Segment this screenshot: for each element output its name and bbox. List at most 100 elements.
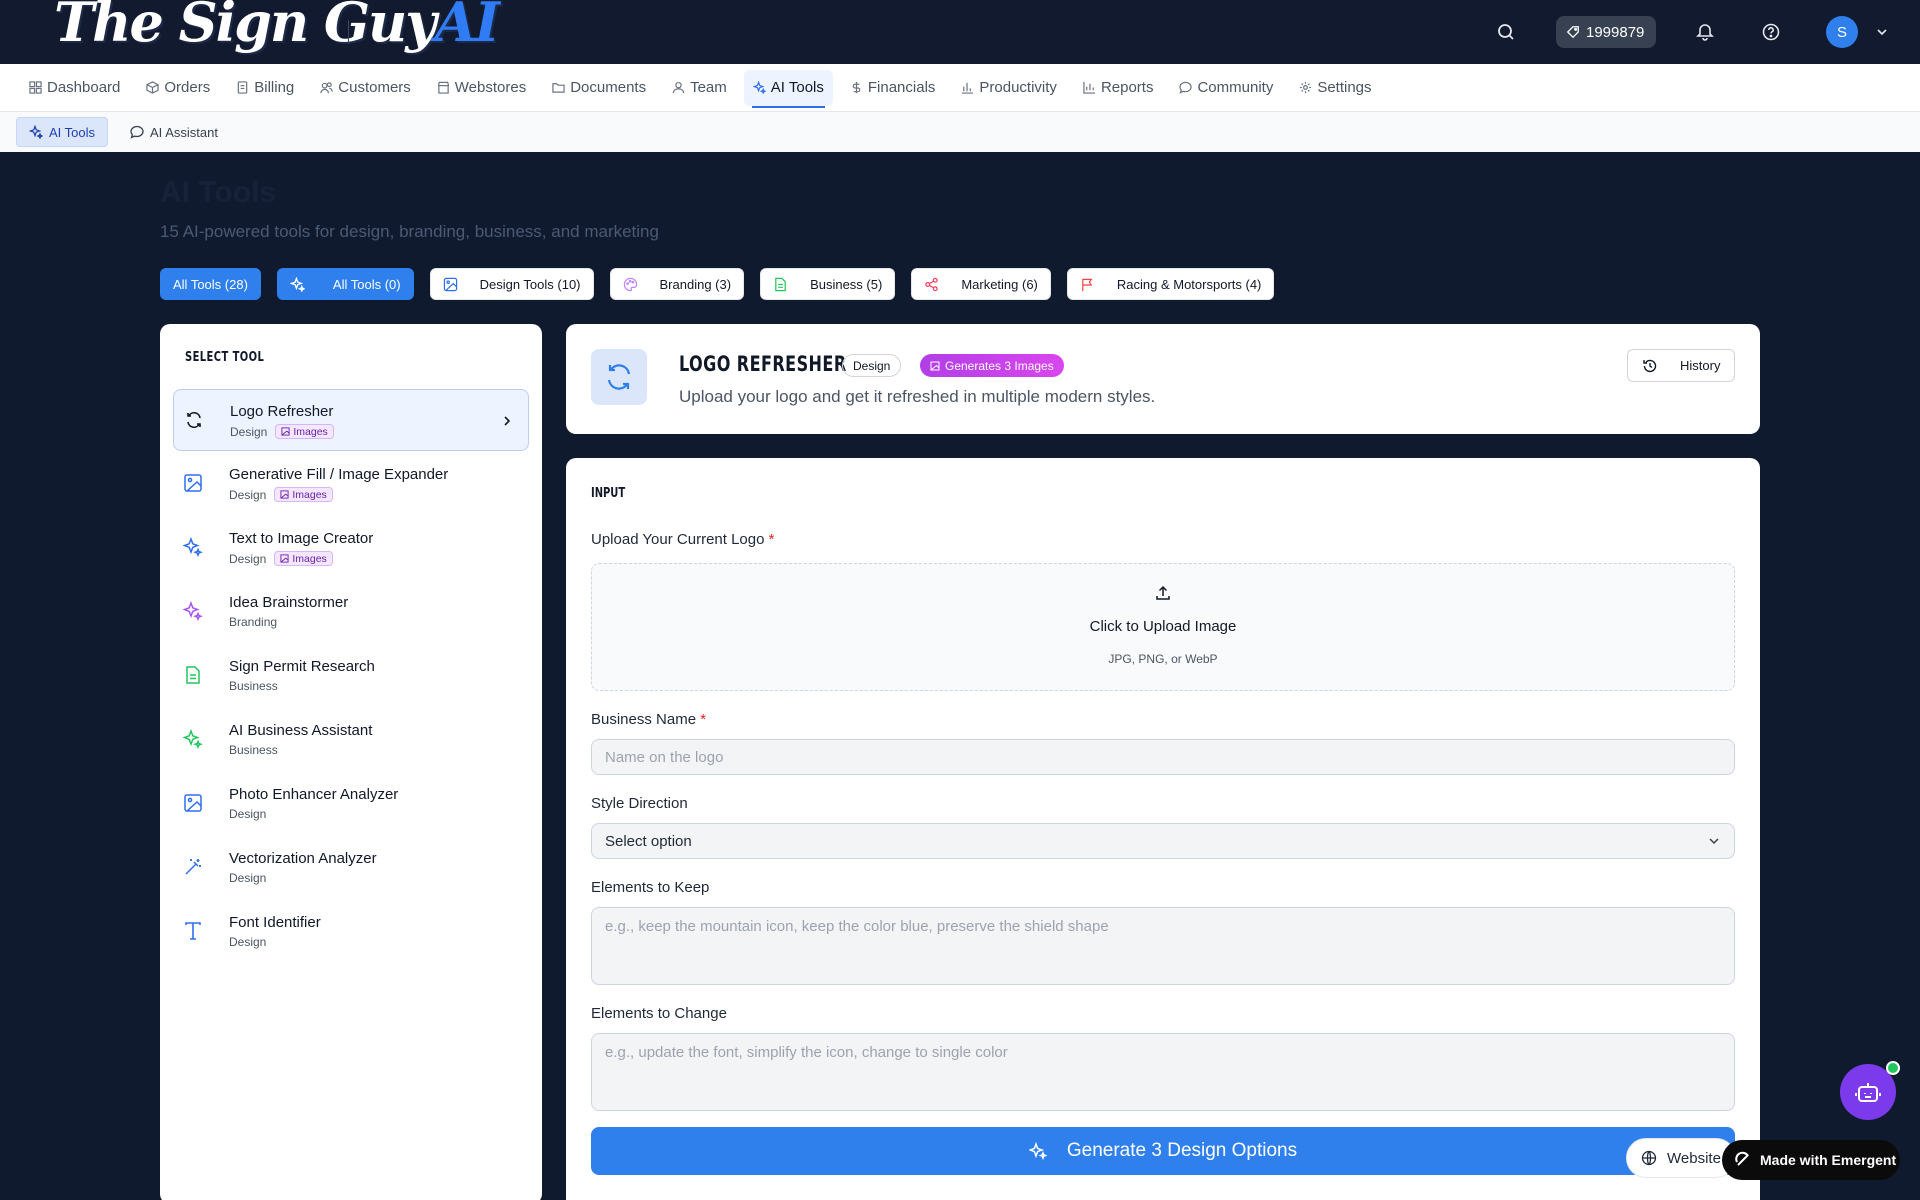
page-subtitle: 15 AI-powered tools for design, branding… <box>160 222 659 241</box>
robot-icon <box>1855 1083 1881 1102</box>
tool-item-text-to-image[interactable]: Text to Image Creator Design Images <box>173 517 529 579</box>
tool-item-vectorization-analyzer[interactable]: Vectorization Analyzer Design <box>173 837 529 899</box>
elements-change-textarea[interactable]: e.g., update the font, simplify the icon… <box>591 1033 1735 1111</box>
refresh-icon <box>591 349 647 405</box>
nav-item-customers[interactable]: Customers <box>311 70 420 106</box>
wand-icon <box>183 857 203 877</box>
main-nav: Dashboard Orders Billing Customers Webst… <box>0 64 1920 112</box>
nav-item-community[interactable]: Community <box>1170 70 1282 106</box>
filter-racing-motorsports[interactable]: Racing & Motorsports (4) <box>1066 268 1275 300</box>
category-filters: All Tools (28) All Tools (0) Design Tool… <box>160 268 1275 300</box>
subnav-item-ai-tools[interactable]: AI Tools <box>16 117 109 147</box>
filter-all-tools-ai[interactable]: All Tools (0) <box>276 268 414 300</box>
chevron-down-icon[interactable] <box>1874 24 1890 40</box>
grid-icon <box>29 81 42 94</box>
nav-item-team[interactable]: Team <box>663 70 736 106</box>
avatar[interactable]: S <box>1826 16 1858 48</box>
style-direction-label: Style Direction <box>591 795 688 812</box>
tool-list-title: SELECT TOOL <box>185 350 265 365</box>
tool-item-ai-business-assistant[interactable]: AI Business Assistant Business <box>173 709 529 771</box>
filter-business[interactable]: Business (5) <box>760 268 896 300</box>
chat-icon <box>130 125 144 139</box>
filter-marketing[interactable]: Marketing (6) <box>911 268 1051 300</box>
nav-item-documents[interactable]: Documents <box>543 70 655 106</box>
chart-icon <box>1083 81 1096 94</box>
sparkles-icon <box>752 81 766 94</box>
file-icon <box>775 277 786 291</box>
nav-item-webstores[interactable]: Webstores <box>428 70 535 106</box>
subnav-item-ai-assistant[interactable]: AI Assistant <box>118 117 230 147</box>
upload-label: Upload Your Current Logo * <box>591 531 775 548</box>
nav-item-billing[interactable]: Billing <box>227 70 303 106</box>
tool-item-photo-enhancer[interactable]: Photo Enhancer Analyzer Design <box>173 773 529 835</box>
share-icon <box>925 277 939 291</box>
sparkles-icon <box>1028 1142 1047 1160</box>
filter-branding[interactable]: Branding (3) <box>609 268 745 300</box>
chat-icon <box>1179 81 1193 94</box>
bell-icon[interactable] <box>1695 22 1715 42</box>
tool-item-idea-brainstormer[interactable]: Idea Brainstormer Branding <box>173 581 529 643</box>
made-with-emergent-badge[interactable]: Made with Emergent <box>1722 1140 1900 1180</box>
generate-button[interactable]: Generate 3 Design Options <box>591 1127 1735 1175</box>
nav-item-orders[interactable]: Orders <box>137 70 219 106</box>
elements-keep-textarea[interactable]: e.g., keep the mountain icon, keep the c… <box>591 907 1735 985</box>
nav-item-reports[interactable]: Reports <box>1074 70 1163 106</box>
website-button[interactable]: Website <box>1626 1138 1736 1178</box>
filter-all-tools[interactable]: All Tools (28) <box>160 268 261 300</box>
business-name-label: Business Name * <box>591 711 707 728</box>
sparkles-icon <box>183 601 203 621</box>
type-icon <box>183 921 203 941</box>
credits-badge[interactable]: 1999879 <box>1556 16 1656 48</box>
input-form-card: INPUT Upload Your Current Logo * Click t… <box>566 458 1760 1200</box>
tool-title: LOGO REFRESHER <box>679 352 847 376</box>
image-icon <box>183 793 203 813</box>
image-icon <box>443 277 457 291</box>
sparkles-icon <box>289 276 305 292</box>
globe-icon <box>1641 1150 1657 1166</box>
online-status-dot <box>1886 1061 1900 1075</box>
business-name-input[interactable]: Name on the logo <box>591 739 1735 775</box>
tool-item-generative-fill[interactable]: Generative Fill / Image Expander Design … <box>173 453 529 515</box>
page-title: AI Tools <box>160 176 277 209</box>
images-badge: Images <box>274 551 333 566</box>
gear-icon <box>1300 81 1312 94</box>
style-direction-select[interactable]: Select option <box>591 823 1735 859</box>
emergent-logo-icon <box>1735 1151 1749 1166</box>
users-icon <box>320 82 333 94</box>
sparkles-icon <box>183 729 203 749</box>
divider <box>348 20 349 44</box>
file-icon <box>183 665 203 685</box>
nav-item-ai-tools[interactable]: AI Tools <box>743 69 833 108</box>
nav-item-settings[interactable]: Settings <box>1290 70 1380 106</box>
tool-list-panel: SELECT TOOL Logo Refresher Design Images… <box>160 324 542 1200</box>
sparkles-icon <box>29 125 43 139</box>
history-button[interactable]: History <box>1627 349 1735 382</box>
images-badge: Images <box>274 487 333 502</box>
flag-icon <box>1082 278 1093 291</box>
elements-change-label: Elements to Change <box>591 1005 727 1022</box>
nav-item-financials[interactable]: Financials <box>841 70 945 106</box>
chevron-right-icon <box>500 414 514 428</box>
logo-upload-dropzone[interactable]: Click to Upload Image JPG, PNG, or WebP <box>591 563 1735 691</box>
search-icon[interactable] <box>1496 22 1516 42</box>
tag-icon <box>1566 26 1579 39</box>
tool-header-card: LOGO REFRESHER Design Generates 3 Images… <box>566 324 1760 434</box>
generates-images-badge: Generates 3 Images <box>920 354 1064 377</box>
top-bar: The Sign GuyAI 1999879 S <box>0 0 1920 64</box>
filter-design-tools[interactable]: Design Tools (10) <box>429 268 594 300</box>
nav-item-productivity[interactable]: Productivity <box>952 70 1066 106</box>
store-icon <box>437 81 449 94</box>
history-icon <box>1643 359 1657 372</box>
document-icon <box>237 81 248 94</box>
help-icon[interactable] <box>1761 22 1781 42</box>
chevron-down-icon <box>1709 838 1719 845</box>
tool-item-font-identifier[interactable]: Font Identifier Design <box>173 901 529 963</box>
tool-item-sign-permit-research[interactable]: Sign Permit Research Business <box>173 645 529 707</box>
app-logo[interactable]: The Sign GuyAI <box>24 0 500 70</box>
dollar-icon <box>852 81 861 94</box>
nav-item-dashboard[interactable]: Dashboard <box>20 70 129 106</box>
tool-item-logo-refresher[interactable]: Logo Refresher Design Images <box>173 389 529 451</box>
sub-nav: AI Tools AI Assistant <box>0 112 1920 152</box>
tool-description: Upload your logo and get it refreshed in… <box>679 387 1156 406</box>
box-icon <box>146 81 160 94</box>
